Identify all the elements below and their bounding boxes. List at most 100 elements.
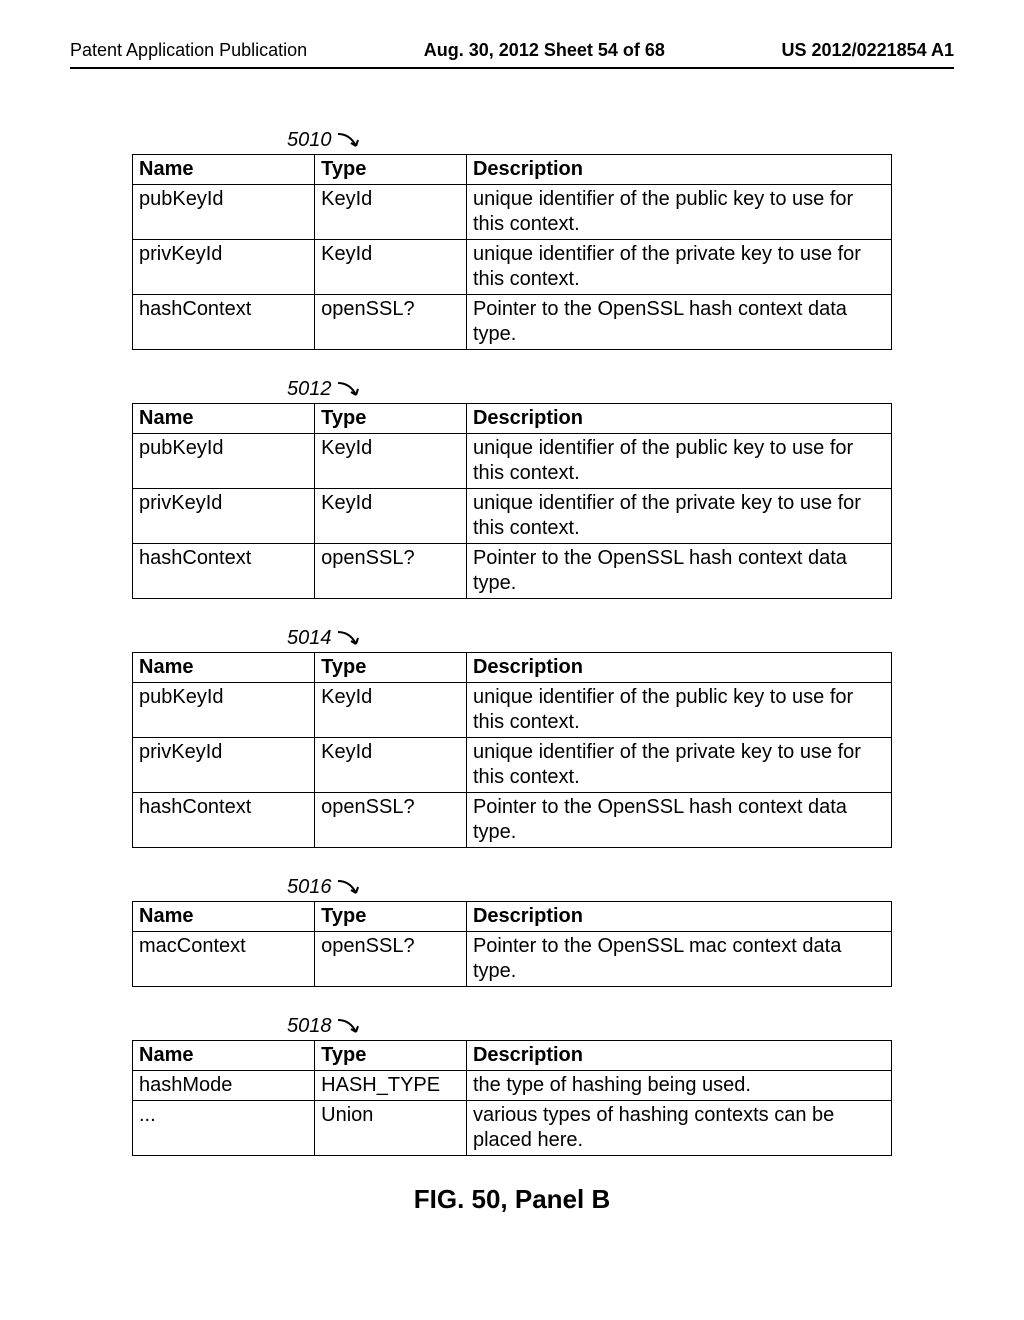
col-name-header: Name [133, 155, 315, 185]
ref-number: 5016 [287, 876, 332, 899]
cell-desc: unique identifier of the private key to … [466, 240, 891, 295]
cell-desc: unique identifier of the public key to u… [466, 683, 891, 738]
cell-type: openSSL? [315, 295, 467, 350]
cell-type: KeyId [315, 240, 467, 295]
col-type-header: Type [315, 404, 467, 434]
col-type-header: Type [315, 1041, 467, 1071]
cell-desc: Pointer to the OpenSSL hash context data… [466, 544, 891, 599]
table-header-row: Name Type Description [133, 404, 892, 434]
cell-name: ... [133, 1101, 315, 1156]
col-type-header: Type [315, 902, 467, 932]
header-left: Patent Application Publication [70, 40, 307, 61]
ref-label-5018: 5018 [287, 1015, 892, 1038]
data-table-5014: Name Type Description pubKeyId KeyId uni… [132, 652, 892, 848]
col-type-header: Type [315, 155, 467, 185]
table-header-row: Name Type Description [133, 653, 892, 683]
col-desc-header: Description [466, 653, 891, 683]
ref-number: 5018 [287, 1015, 332, 1038]
figure-content: 5010 Name Type Description pubKeyId KeyI… [132, 129, 892, 1215]
col-name-header: Name [133, 653, 315, 683]
ref-label-5010: 5010 [287, 129, 892, 152]
cell-name: hashContext [133, 793, 315, 848]
table-row: privKeyId KeyId unique identifier of the… [133, 240, 892, 295]
table-row: hashContext openSSL? Pointer to the Open… [133, 793, 892, 848]
col-name-header: Name [133, 902, 315, 932]
col-desc-header: Description [466, 155, 891, 185]
cell-desc: unique identifier of the public key to u… [466, 434, 891, 489]
table-block-5016: 5016 Name Type Description macContext op… [132, 876, 892, 987]
cell-name: privKeyId [133, 240, 315, 295]
table-block-5012: 5012 Name Type Description pubKeyId KeyI… [132, 378, 892, 599]
cell-type: KeyId [315, 489, 467, 544]
cell-name: hashMode [133, 1071, 315, 1101]
ref-number: 5014 [287, 627, 332, 650]
cell-name: pubKeyId [133, 185, 315, 240]
table-row: privKeyId KeyId unique identifier of the… [133, 738, 892, 793]
cell-desc: unique identifier of the private key to … [466, 489, 891, 544]
table-block-5018: 5018 Name Type Description hashMode HASH… [132, 1015, 892, 1156]
data-table-5010: Name Type Description pubKeyId KeyId uni… [132, 154, 892, 350]
cell-type: HASH_TYPE [315, 1071, 467, 1101]
ref-number: 5010 [287, 129, 332, 152]
col-desc-header: Description [466, 1041, 891, 1071]
cell-name: privKeyId [133, 738, 315, 793]
header-right: US 2012/0221854 A1 [782, 40, 954, 61]
cell-type: openSSL? [315, 932, 467, 987]
cell-type: KeyId [315, 683, 467, 738]
table-block-5010: 5010 Name Type Description pubKeyId KeyI… [132, 129, 892, 350]
col-name-header: Name [133, 404, 315, 434]
cell-name: hashContext [133, 295, 315, 350]
figure-title: FIG. 50, Panel B [132, 1184, 892, 1215]
cell-desc: unique identifier of the public key to u… [466, 185, 891, 240]
cell-type: KeyId [315, 185, 467, 240]
ref-label-5012: 5012 [287, 378, 892, 401]
data-table-5016: Name Type Description macContext openSSL… [132, 901, 892, 987]
header-separator [70, 67, 954, 69]
cell-desc: Pointer to the OpenSSL hash context data… [466, 295, 891, 350]
cell-desc: the type of hashing being used. [466, 1071, 891, 1101]
cell-type: KeyId [315, 738, 467, 793]
table-row: pubKeyId KeyId unique identifier of the … [133, 434, 892, 489]
table-header-row: Name Type Description [133, 155, 892, 185]
cell-desc: Pointer to the OpenSSL mac context data … [466, 932, 891, 987]
cell-type: KeyId [315, 434, 467, 489]
cell-name: macContext [133, 932, 315, 987]
ref-arrow-icon [336, 378, 364, 401]
ref-arrow-icon [336, 129, 364, 152]
table-block-5014: 5014 Name Type Description pubKeyId KeyI… [132, 627, 892, 848]
table-header-row: Name Type Description [133, 902, 892, 932]
col-type-header: Type [315, 653, 467, 683]
table-row: pubKeyId KeyId unique identifier of the … [133, 683, 892, 738]
ref-arrow-icon [336, 627, 364, 650]
table-row: hashContext openSSL? Pointer to the Open… [133, 544, 892, 599]
col-desc-header: Description [466, 902, 891, 932]
cell-desc: various types of hashing contexts can be… [466, 1101, 891, 1156]
cell-type: Union [315, 1101, 467, 1156]
ref-number: 5012 [287, 378, 332, 401]
table-row: macContext openSSL? Pointer to the OpenS… [133, 932, 892, 987]
cell-type: openSSL? [315, 544, 467, 599]
ref-arrow-icon [336, 876, 364, 899]
table-row: hashMode HASH_TYPE the type of hashing b… [133, 1071, 892, 1101]
cell-name: hashContext [133, 544, 315, 599]
data-table-5018: Name Type Description hashMode HASH_TYPE… [132, 1040, 892, 1156]
table-header-row: Name Type Description [133, 1041, 892, 1071]
header-center: Aug. 30, 2012 Sheet 54 of 68 [424, 40, 665, 61]
table-row: hashContext openSSL? Pointer to the Open… [133, 295, 892, 350]
table-row: privKeyId KeyId unique identifier of the… [133, 489, 892, 544]
cell-name: privKeyId [133, 489, 315, 544]
table-row: ... Union various types of hashing conte… [133, 1101, 892, 1156]
data-table-5012: Name Type Description pubKeyId KeyId uni… [132, 403, 892, 599]
cell-type: openSSL? [315, 793, 467, 848]
cell-name: pubKeyId [133, 683, 315, 738]
cell-name: pubKeyId [133, 434, 315, 489]
page-header: Patent Application Publication Aug. 30, … [70, 40, 954, 61]
ref-arrow-icon [336, 1015, 364, 1038]
cell-desc: Pointer to the OpenSSL hash context data… [466, 793, 891, 848]
ref-label-5014: 5014 [287, 627, 892, 650]
cell-desc: unique identifier of the private key to … [466, 738, 891, 793]
ref-label-5016: 5016 [287, 876, 892, 899]
col-desc-header: Description [466, 404, 891, 434]
col-name-header: Name [133, 1041, 315, 1071]
table-row: pubKeyId KeyId unique identifier of the … [133, 185, 892, 240]
